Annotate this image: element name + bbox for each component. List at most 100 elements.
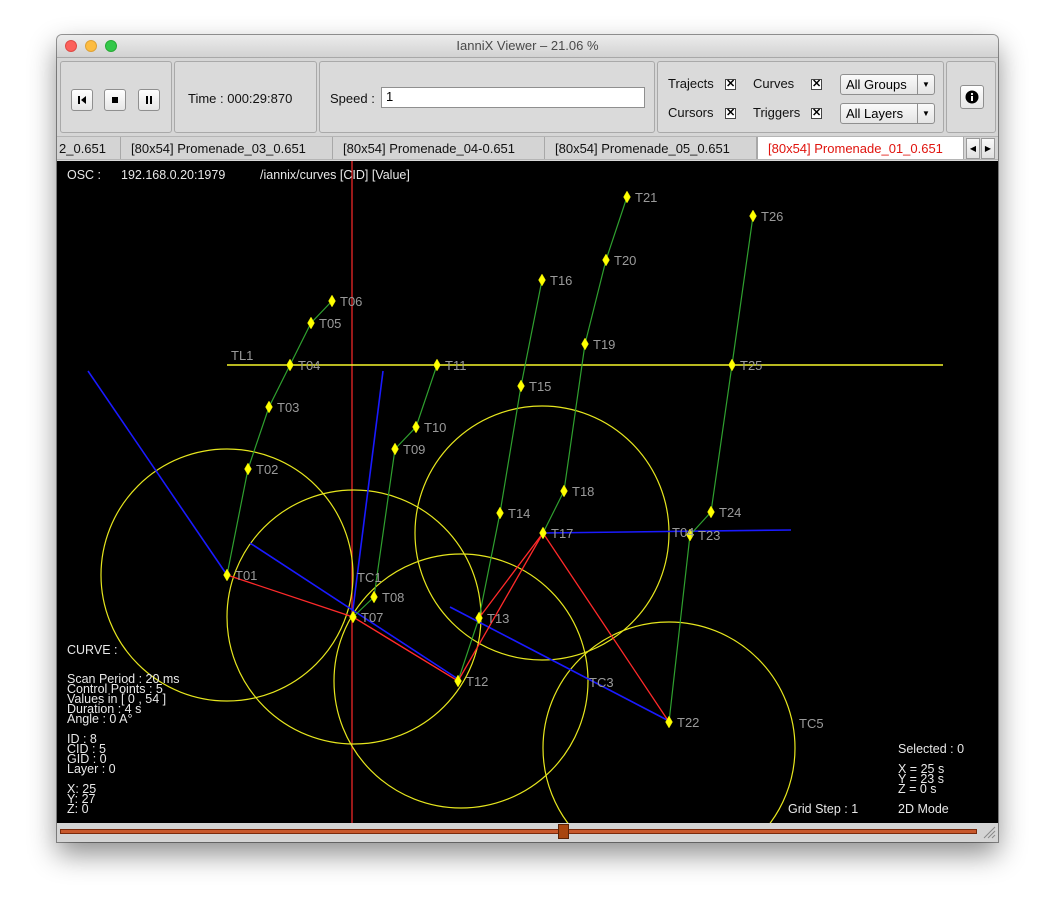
curve-line[interactable]: [542, 529, 792, 534]
trigger-marker[interactable]: [538, 273, 546, 287]
trigger-marker[interactable]: [391, 442, 399, 456]
pause-button[interactable]: [138, 89, 160, 111]
groups-select[interactable]: All Groups ▼: [840, 74, 935, 95]
info-icon: [965, 90, 979, 104]
info-group: [946, 61, 996, 133]
score-canvas[interactable]: T01 T02 T03 T04 T05 T06 T07 T08 T09 T10 T11 T12 T13 T…: [57, 161, 998, 823]
curve-line[interactable]: [87, 370, 228, 576]
trigger-label: T19: [593, 337, 615, 352]
trigger-label: T04: [298, 358, 320, 373]
trigger-label: T06: [340, 294, 362, 309]
trigger-label: T17: [551, 526, 573, 541]
trigger-marker[interactable]: [602, 253, 610, 267]
trigger-marker[interactable]: [370, 590, 378, 604]
display-filters-group: Trajects ✕ Curves ✕ Cursors ✕ Triggers ✕…: [657, 61, 944, 133]
tab-promenade-02[interactable]: 2_0.651: [57, 137, 121, 159]
trigger-marker[interactable]: [412, 420, 420, 434]
trigger-label: T16: [550, 273, 572, 288]
stop-icon: [112, 97, 118, 103]
rewind-button[interactable]: [71, 89, 93, 111]
slider-thumb[interactable]: [558, 824, 569, 839]
osc-path: /iannix/curves [CID] [Value]: [260, 168, 410, 182]
tab-scroll-left-button[interactable]: ◀: [966, 138, 980, 159]
cursor-path[interactable]: [457, 532, 544, 682]
trigger-marker[interactable]: [328, 294, 336, 308]
trigger-label: T22: [677, 715, 699, 730]
curves-checkbox[interactable]: ✕: [811, 79, 822, 90]
trigger-marker[interactable]: [496, 506, 504, 520]
trigger-marker[interactable]: [517, 379, 525, 393]
trigger-label: T14: [508, 506, 530, 521]
zoom-slider[interactable]: [57, 823, 998, 842]
rewind-icon: [78, 96, 86, 104]
trigger-label: T26: [761, 209, 783, 224]
trigger-label: T08: [382, 590, 404, 605]
transport-group: [60, 61, 172, 133]
trigger-marker[interactable]: [244, 462, 252, 476]
curves-label: Curves: [753, 76, 795, 91]
trigger-label: T23: [698, 528, 720, 543]
trigger-label: T13: [487, 611, 509, 626]
trigger-marker[interactable]: [623, 190, 631, 204]
score-viewport[interactable]: T01 T02 T03 T04 T05 T06 T07 T08 T09 T10 T11 T12 T13 T…: [57, 161, 998, 823]
trigger-label: T15: [529, 379, 551, 394]
cursor-path[interactable]: [352, 616, 459, 682]
cursor-path[interactable]: [478, 531, 670, 723]
tab-scroll-right-button[interactable]: ▶: [981, 138, 995, 159]
info-button[interactable]: [960, 85, 984, 109]
curve-label-tc3: TC3: [589, 675, 614, 690]
curve-line[interactable]: [249, 542, 462, 682]
trigger-label: T03: [277, 400, 299, 415]
resize-grip-icon[interactable]: [983, 826, 996, 839]
triggers-checkbox[interactable]: ✕: [811, 108, 822, 119]
layers-select-value: All Layers: [846, 106, 904, 121]
grid-step: Grid Step : 1: [788, 802, 859, 816]
stop-button[interactable]: [104, 89, 126, 111]
trigger-label: T25: [740, 358, 762, 373]
selected-count: Selected : 0: [898, 742, 965, 756]
tab-promenade-01[interactable]: [80x54] Promenade_01_0.651: [757, 137, 964, 159]
speed-label: Speed :: [330, 91, 375, 106]
curve-z: Z: 0: [67, 802, 89, 816]
tab-promenade-03[interactable]: [80x54] Promenade_03_0.651: [121, 137, 333, 159]
groups-select-value: All Groups: [846, 77, 907, 92]
cursors-checkbox[interactable]: ✕: [725, 108, 736, 119]
layers-select[interactable]: All Layers ▼: [840, 103, 935, 124]
trigger-marker[interactable]: [581, 337, 589, 351]
trigger-label: T04: [672, 525, 694, 540]
tab-promenade-05[interactable]: [80x54] Promenade_05_0.651: [545, 137, 757, 159]
curve-layer: Layer : 0: [67, 762, 116, 776]
trigger-label: T11: [445, 358, 466, 373]
trigger-label: T07: [361, 610, 383, 625]
trajectory-path[interactable]: [226, 300, 333, 576]
view-mode[interactable]: 2D Mode: [898, 803, 949, 816]
title-bar: IanniX Viewer – 21.06 %: [57, 35, 998, 58]
slider-track[interactable]: [60, 829, 977, 834]
angle: Angle : 0 A°: [67, 712, 133, 726]
pause-icon: [146, 96, 152, 104]
speed-group: Speed : 1: [319, 61, 655, 133]
cursor-path[interactable]: [226, 574, 459, 682]
tab-promenade-04[interactable]: [80x54] Promenade_04-0.651: [333, 137, 545, 159]
document-tabs: 2_0.651 [80x54] Promenade_03_0.651 [80x5…: [57, 136, 998, 160]
trigger-marker[interactable]: [749, 209, 757, 223]
osc-address: 192.168.0.20:1979: [121, 168, 226, 182]
trajects-checkbox[interactable]: ✕: [725, 79, 736, 90]
speed-input[interactable]: 1: [381, 87, 645, 108]
trigger-marker[interactable]: [728, 358, 736, 372]
iannix-viewer-window: IanniX Viewer – 21.06 % Time : 000:29:87…: [57, 35, 998, 842]
trigger-label: T02: [256, 462, 278, 477]
curve-line[interactable]: [449, 606, 670, 722]
chevron-down-icon: ▼: [917, 104, 934, 123]
curve-label-tl1: TL1: [231, 348, 253, 363]
curve-info-title: CURVE :: [67, 643, 118, 657]
trajectory-path[interactable]: [668, 215, 754, 723]
trigger-label: T21: [635, 190, 657, 205]
trigger-label: T09: [403, 442, 425, 457]
osc-label: OSC :: [67, 168, 102, 182]
triggers-label: Triggers: [753, 105, 801, 120]
trigger-label: T01: [235, 568, 257, 583]
trigger-marker[interactable]: [707, 505, 715, 519]
trigger-marker[interactable]: [433, 358, 441, 372]
trigger-label: T12: [466, 674, 488, 689]
